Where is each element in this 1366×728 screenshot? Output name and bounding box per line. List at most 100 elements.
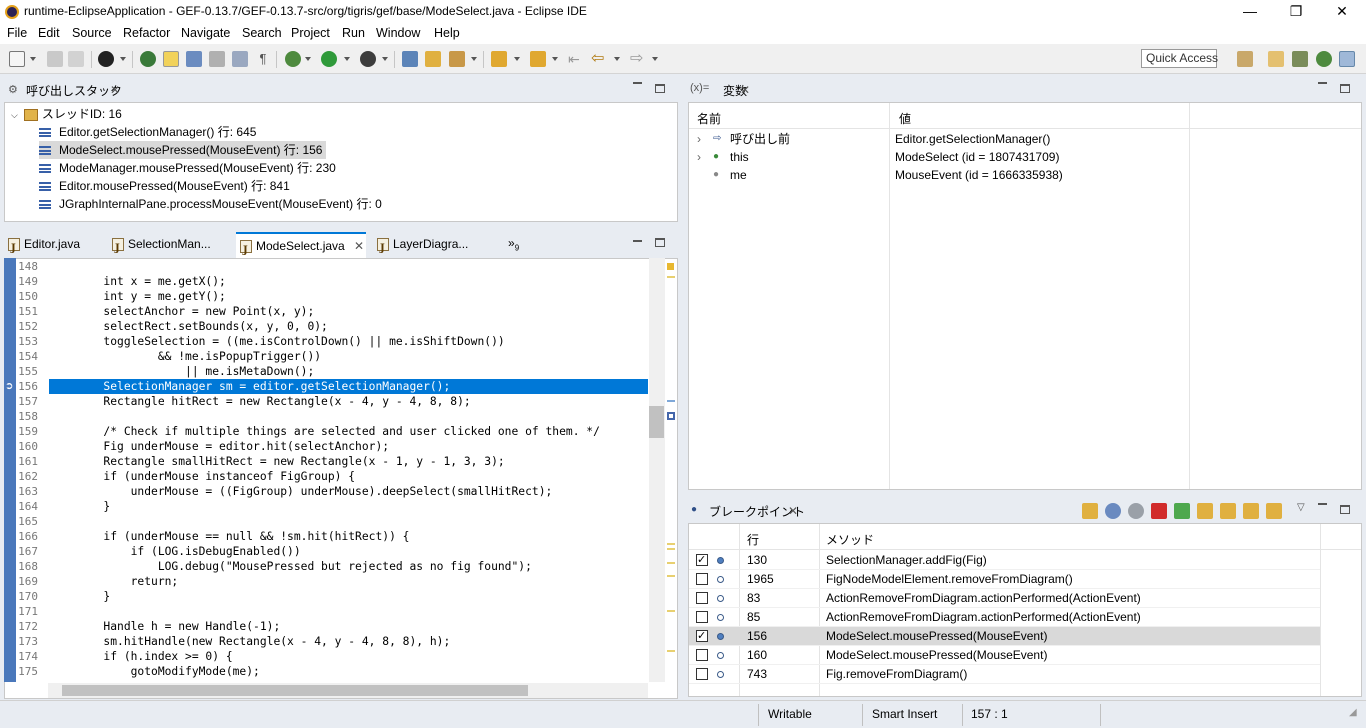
close-tab-icon[interactable]: ✕ [351, 239, 364, 253]
stack-frame[interactable]: JGraphInternalPane.processMouseEvent(Mou… [39, 195, 382, 213]
menu-source[interactable]: Source [72, 26, 112, 40]
breakpoint-row[interactable]: 85 ActionRemoveFromDiagram.actionPerforme… [689, 608, 1320, 627]
close-icon[interactable]: ✕ [788, 505, 798, 517]
show-all-icon[interactable] [1105, 503, 1121, 519]
terminate-icon[interactable] [1151, 503, 1167, 519]
toggle-highlight-icon[interactable] [163, 51, 179, 67]
new-package-icon[interactable] [402, 51, 418, 67]
minimize-button[interactable]: — [1227, 0, 1273, 24]
expand-chevron-icon[interactable]: › [697, 148, 701, 166]
breakpoint-checkbox[interactable] [696, 611, 708, 623]
editor-vertical-scrollbar[interactable] [649, 258, 665, 682]
debug-perspective-icon[interactable] [1316, 51, 1332, 67]
skip-all-icon[interactable] [1128, 503, 1144, 519]
skip-breakpoints-icon[interactable] [140, 51, 156, 67]
column-header-method[interactable]: メソッド [826, 531, 874, 548]
menu-project[interactable]: Project [291, 26, 330, 40]
next-annotation-icon[interactable] [491, 51, 507, 67]
editor-tab[interactable]: ModeSelect.java ✕ [236, 232, 366, 263]
plugin-perspective-icon[interactable] [1339, 51, 1355, 67]
new-icon[interactable] [9, 51, 25, 67]
code-line[interactable]: return; [49, 574, 179, 589]
code-line[interactable]: Fig underMouse = editor.hit(selectAnchor… [49, 439, 389, 454]
show-whitespace-icon[interactable] [232, 51, 248, 67]
editor-tab[interactable]: LayerDiagra... [373, 232, 473, 261]
menu-search[interactable]: Search [242, 26, 282, 40]
breakpoint-row[interactable]: 156 ModeSelect.mousePressed(MouseEvent) [689, 627, 1320, 646]
code-line[interactable]: || me.isMetaDown(); [49, 364, 314, 379]
tab-overflow[interactable]: »9 [508, 236, 519, 252]
external-tools-dropdown-icon[interactable] [382, 57, 388, 61]
breakpoint-checkbox[interactable] [696, 551, 708, 570]
back-icon[interactable]: ⇦ [591, 51, 607, 67]
editor-tab[interactable]: Editor.java [4, 232, 104, 261]
menu-edit[interactable]: Edit [38, 26, 60, 40]
forward-dropdown-icon[interactable] [652, 57, 658, 61]
minimize-icon[interactable] [1318, 503, 1327, 505]
maximize-icon[interactable] [1340, 505, 1350, 514]
maximize-icon[interactable] [1340, 84, 1350, 93]
debug-icon[interactable] [285, 51, 301, 67]
run-icon[interactable] [321, 51, 337, 67]
java-perspective-icon[interactable] [1292, 51, 1308, 67]
code-line[interactable]: selectRect.setBounds(x, y, 0, 0); [49, 319, 327, 334]
new-dropdown-icon[interactable] [30, 57, 36, 61]
save-all-icon[interactable] [68, 51, 84, 67]
next-annotation-dropdown-icon[interactable] [514, 57, 520, 61]
breakpoint-row[interactable]: 743 Fig.removeFromDiagram() [689, 665, 1320, 684]
profile-dropdown-icon[interactable] [120, 57, 126, 61]
editor-minimize-icon[interactable] [633, 240, 642, 242]
code-line[interactable]: && !me.isPopupTrigger()) [49, 349, 321, 364]
stack-frame[interactable]: ModeSelect.mousePressed(MouseEvent) 行: 1… [39, 141, 327, 159]
status-insert-mode[interactable]: Smart Insert [872, 707, 937, 721]
step-into-icon[interactable] [1197, 503, 1213, 519]
code-line[interactable]: gotoModifyMode(me); [49, 664, 260, 679]
menu-refactor[interactable]: Refactor [123, 26, 170, 40]
java-ee-perspective-icon[interactable] [1268, 51, 1284, 67]
open-type-icon[interactable] [425, 51, 441, 67]
step-return-icon[interactable] [1243, 503, 1259, 519]
variable-row[interactable]: ● me MouseEvent (id = 1666335938) [689, 166, 1361, 184]
code-line[interactable]: if (h.index >= 0) { [49, 649, 232, 664]
editor-maximize-icon[interactable] [655, 238, 665, 247]
stack-frame[interactable]: ModeManager.mousePressed(MouseEvent) 行: … [39, 159, 336, 177]
forward-icon[interactable]: ⇨ [630, 51, 646, 67]
back-dropdown-icon[interactable] [614, 57, 620, 61]
call-stack-title[interactable]: 呼び出しスタック [26, 82, 122, 99]
search-dropdown-icon[interactable] [471, 57, 477, 61]
breakpoint-row[interactable]: 1965 FigNodeModelElement.removeFromDiagra… [689, 570, 1320, 589]
search-tool-icon[interactable] [449, 51, 465, 67]
variable-row[interactable]: › ● this ModeSelect (id = 1807431709) [689, 148, 1361, 166]
menu-window[interactable]: Window [376, 26, 420, 40]
code-line[interactable]: Rectangle smallHitRect = new Rectangle(x… [49, 454, 504, 469]
variable-row[interactable]: › ⇨ 呼び出し前 Editor.getSelectionManager() [689, 130, 1361, 148]
prev-annotation-dropdown-icon[interactable] [552, 57, 558, 61]
breakpoint-checkbox[interactable] [696, 573, 708, 585]
menu-run[interactable]: Run [342, 26, 365, 40]
resume-icon[interactable] [1174, 503, 1190, 519]
breakpoint-row[interactable]: 83 ActionRemoveFromDiagram.actionPerforme… [689, 589, 1320, 608]
breakpoint-checkbox[interactable] [696, 649, 708, 661]
breakpoint-checkbox[interactable] [696, 627, 708, 646]
code-line[interactable]: Handle h = new Handle(-1); [49, 619, 280, 634]
code-line[interactable]: } [49, 499, 110, 514]
stack-frame[interactable]: Editor.getSelectionManager() 行: 645 [39, 123, 256, 141]
external-tools-icon[interactable] [360, 51, 376, 67]
code-line[interactable]: underMouse = ((FigGroup) underMouse).dee… [49, 484, 553, 499]
code-line[interactable]: if (underMouse instanceof FigGroup) { [49, 469, 355, 484]
expand-chevron-icon[interactable]: › [697, 130, 701, 148]
breakpoint-row[interactable]: 160 ModeSelect.mousePressed(MouseEvent) [689, 646, 1320, 665]
breakpoint-checkbox[interactable] [696, 668, 708, 680]
code-line[interactable]: int y = me.getY(); [49, 289, 225, 304]
code-line[interactable]: selectAnchor = new Point(x, y); [49, 304, 314, 319]
block-select-icon[interactable] [209, 51, 225, 67]
editor-horizontal-scrollbar[interactable] [48, 683, 648, 698]
restore-button[interactable]: ❐ [1273, 0, 1319, 24]
save-icon[interactable] [47, 51, 63, 67]
column-header-line[interactable]: 行 [747, 531, 759, 548]
paragraph-icon[interactable]: ¶ [255, 51, 271, 67]
overview-warning-marker[interactable] [667, 263, 674, 270]
minimize-icon[interactable] [1318, 82, 1327, 84]
step-over-icon[interactable] [1220, 503, 1236, 519]
code-line[interactable]: toggleSelection = ((me.isControlDown() |… [49, 334, 504, 349]
